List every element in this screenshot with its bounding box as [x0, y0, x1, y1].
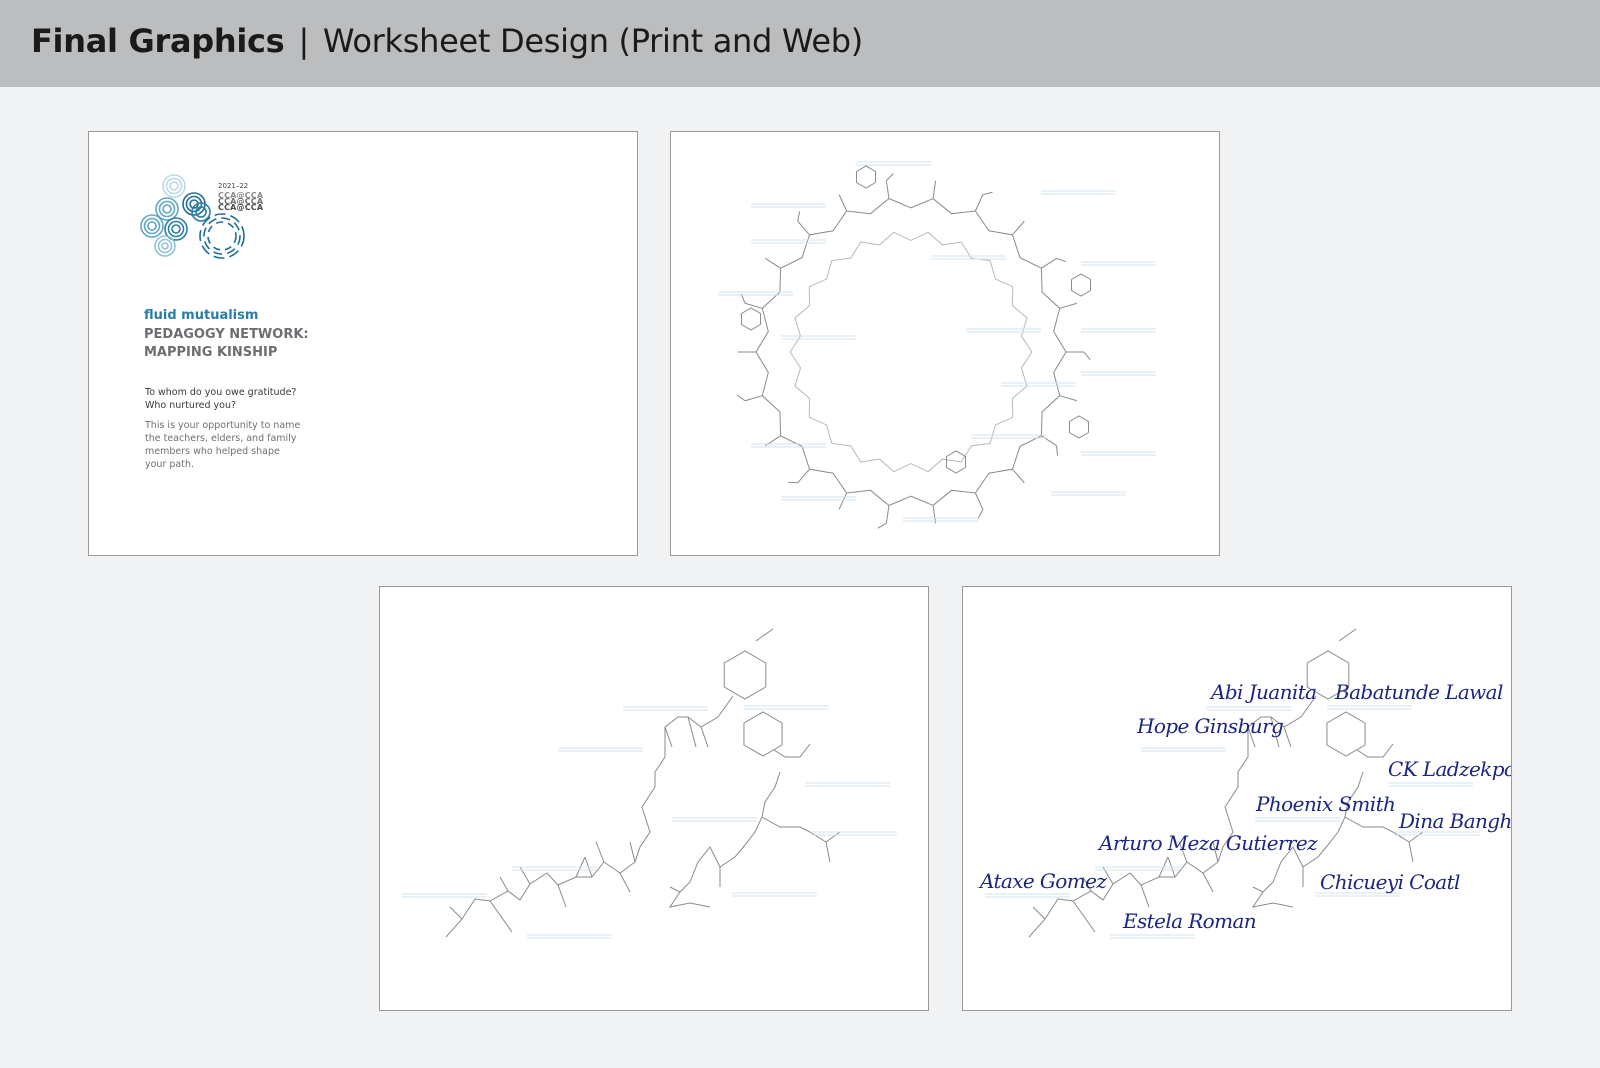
title-rest: Worksheet Design (Print and Web)	[322, 22, 863, 60]
cover-description-line4: your path.	[145, 459, 194, 470]
cover-question-line1: To whom do you owe gratitude?	[145, 387, 297, 398]
cover-title-line2: MAPPING KINSHIP	[144, 345, 278, 360]
worksheet-filled-panel: Abi Juanita Babatunde Lawal Hope Ginsbur…	[962, 586, 1512, 1011]
branch-molecule-filled-diagram	[985, 628, 1480, 939]
handwritten-name: Babatunde Lawal	[1335, 680, 1503, 704]
handwritten-name: Arturo Meza Gutierrez	[1099, 831, 1318, 855]
cover-description-line2: the teachers, elders, and family	[145, 433, 297, 444]
handwritten-name: Ataxe Gomez	[980, 869, 1107, 893]
cover-question-line2: Who nurtured you?	[145, 400, 237, 411]
cover-title-line1: PEDAGOGY NETWORK:	[144, 327, 309, 342]
title-separator: |	[298, 22, 309, 60]
title-bold: Final Graphics	[31, 22, 285, 60]
handwritten-name: Chicueyi Coatl	[1320, 870, 1460, 894]
logo-mark-3: CCA@CCA	[218, 203, 264, 212]
handwritten-name: Abi Juanita	[1211, 680, 1317, 704]
logo-year: 2021–22	[218, 182, 249, 190]
ring-molecule-diagram	[718, 161, 1156, 529]
worksheet-ring-panel	[670, 131, 1220, 556]
worksheet-cover-panel: 2021–22 CCA@CCA CCA@CCA CCA@CCA fluid mu…	[88, 131, 638, 556]
branch-molecule-diagram	[402, 628, 897, 939]
cover-subtitle: fluid mutualism	[144, 308, 259, 323]
cca-logo-icon	[140, 174, 245, 259]
handwritten-name: Phoenix Smith	[1256, 792, 1396, 816]
handwritten-name: CK Ladzekpo	[1388, 757, 1512, 781]
handwritten-name: Hope Ginsburg	[1137, 714, 1284, 738]
cover-description-line3: members who helped shape	[145, 446, 280, 457]
page-title: Final Graphics | Worksheet Design (Print a…	[31, 22, 863, 60]
cover-description-line1: This is your opportunity to name	[145, 420, 301, 431]
worksheet-blank-panel	[379, 586, 929, 1011]
header-bar: Final Graphics | Worksheet Design (Print a…	[0, 0, 1600, 87]
handwritten-name: Dina Banghel	[1399, 809, 1512, 833]
handwritten-name: Estela Roman	[1123, 909, 1257, 933]
